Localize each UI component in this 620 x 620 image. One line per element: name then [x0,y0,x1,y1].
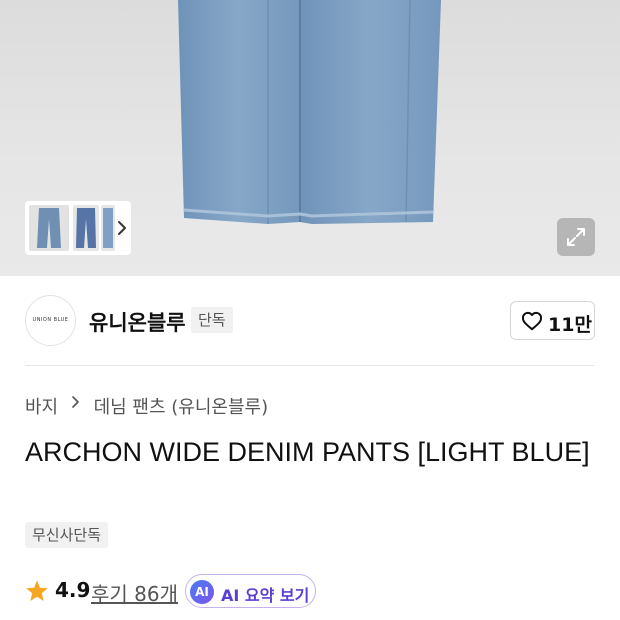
brand-exclusive-tag: 단독 [191,307,233,333]
review-count-link[interactable]: 후기 86개 [91,578,178,607]
star-icon [26,580,48,601]
divider [25,365,595,366]
thumbnail-strip[interactable] [25,201,131,255]
brand-logo[interactable]: UNION BLUE [25,295,76,346]
expand-icon [567,228,585,246]
chevron-right-icon [72,396,79,408]
ai-summary-button[interactable]: AI AI 요약 보기 [185,574,316,608]
exclusive-badge: 무신사단독 [25,522,109,548]
thumbnail-2[interactable] [73,205,99,251]
chevron-right-icon[interactable] [115,219,129,237]
brand-logo-text: UNION BLUE [32,317,69,323]
product-title: ARCHON WIDE DENIM PANTS [LIGHT BLUE] [25,437,590,467]
like-count: 11만 [548,314,592,336]
like-button[interactable]: 11만 [510,301,595,340]
thumbnail-3[interactable] [101,205,115,251]
rating-score: 4.9 [55,578,91,602]
expand-button[interactable] [557,218,595,256]
heart-icon [521,311,543,331]
breadcrumb-item-subcategory[interactable]: 데님 팬츠 (유니온블루) [94,393,269,419]
thumbnail-1[interactable] [29,205,69,251]
ai-badge-icon: AI [190,580,214,604]
brand-name[interactable]: 유니온블루 [89,307,186,337]
product-image-gallery[interactable] [0,0,620,276]
rating-row: 4.9 후기 86개 AI AI 요약 보기 [25,574,595,608]
ai-summary-label: AI 요약 보기 [221,586,310,605]
breadcrumb: 바지 데님 팬츠 (유니온블루) [25,393,268,419]
breadcrumb-item-category[interactable]: 바지 [25,393,58,419]
